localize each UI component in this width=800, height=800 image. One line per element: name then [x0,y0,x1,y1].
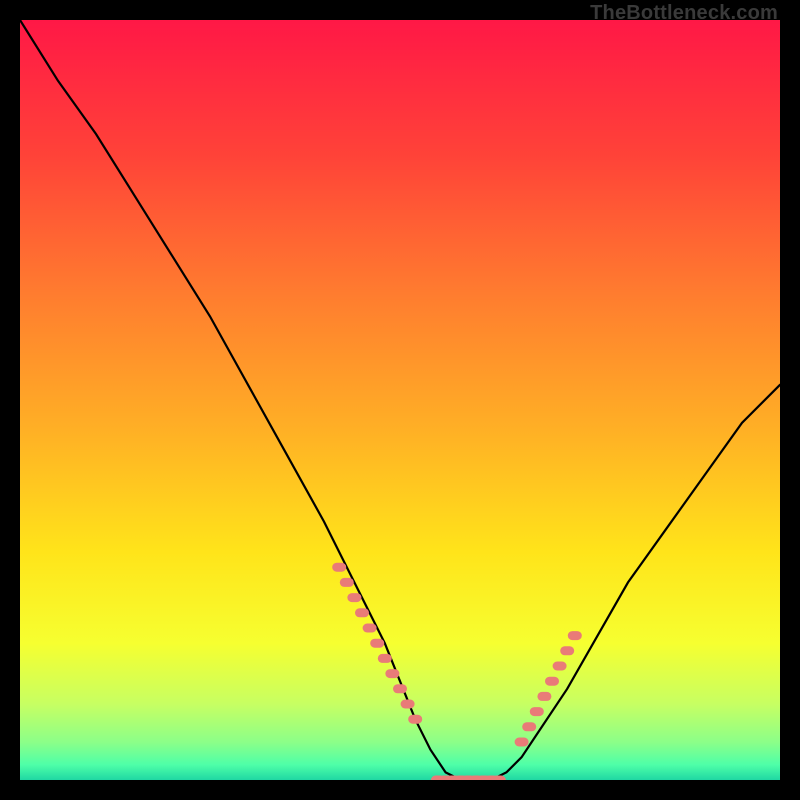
optimal-markers [332,563,582,780]
optimal-marker [522,722,536,731]
optimal-marker [385,669,399,678]
optimal-marker [332,563,346,572]
bottleneck-curve [20,20,780,780]
optimal-marker [553,662,567,671]
optimal-marker [363,624,377,633]
optimal-marker [401,700,415,709]
optimal-marker [355,608,369,617]
plot-area [20,20,780,780]
optimal-marker [347,593,361,602]
optimal-marker [545,677,559,686]
optimal-marker [370,639,384,648]
optimal-marker [568,631,582,640]
curve-layer [20,20,780,780]
optimal-marker [408,715,422,724]
optimal-marker [515,738,529,747]
optimal-marker [340,578,354,587]
optimal-marker [537,692,551,701]
optimal-marker [530,707,544,716]
optimal-marker [560,646,574,655]
optimal-marker [393,684,407,693]
optimal-marker [378,654,392,663]
chart-frame: TheBottleneck.com [0,0,800,800]
